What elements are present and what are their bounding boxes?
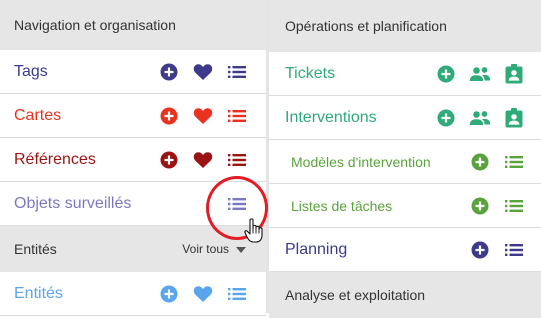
list-icon[interactable] — [497, 149, 531, 175]
contact-badge-icon[interactable] — [497, 105, 531, 131]
row-actions — [429, 61, 531, 87]
list-icon[interactable] — [220, 59, 254, 85]
nav-item-label[interactable]: Entités — [14, 285, 152, 303]
section-header-navigation: Navigation et organisation — [0, 0, 266, 50]
nav-item-label[interactable]: Modèles d'intervention — [291, 154, 463, 170]
nav-item-modeles-d-intervention[interactable]: Modèles d'intervention — [269, 140, 541, 184]
right-panel: Opérations et planification Tickets Inter… — [269, 0, 541, 318]
add-icon[interactable] — [463, 149, 497, 175]
row-actions — [152, 147, 254, 173]
section-header-operations: Opérations et planification — [269, 0, 541, 52]
list-icon[interactable] — [220, 103, 254, 129]
see-all-label: Voir tous — [182, 242, 229, 256]
add-icon[interactable] — [429, 105, 463, 131]
row-actions — [152, 59, 254, 85]
people-icon[interactable] — [463, 105, 497, 131]
nav-item-label[interactable]: Tickets — [285, 65, 429, 83]
add-icon[interactable] — [429, 61, 463, 87]
list-icon[interactable] — [497, 237, 531, 263]
section-header-analysis: Analyse et exploitation — [269, 272, 541, 318]
nav-item-label[interactable]: Planning — [285, 241, 463, 259]
hand-pointer-icon — [244, 218, 264, 249]
row-actions — [152, 281, 254, 307]
section-title: Entités — [14, 241, 57, 257]
add-icon[interactable] — [152, 281, 186, 307]
row-actions — [463, 149, 531, 175]
row-actions — [429, 105, 531, 131]
add-icon[interactable] — [152, 59, 186, 85]
add-icon[interactable] — [152, 103, 186, 129]
list-icon[interactable] — [220, 147, 254, 173]
nav-item-listes-de-taches[interactable]: Listes de tâches — [269, 184, 541, 228]
operations-list: Tickets Interventions Modèles d'interventi… — [269, 52, 541, 272]
nav-item-tickets[interactable]: Tickets — [269, 52, 541, 96]
add-icon[interactable] — [152, 147, 186, 173]
section-title: Opérations et planification — [285, 18, 447, 34]
left-panel: Navigation et organisation Tags Cartes Réf… — [0, 0, 269, 316]
row-actions — [463, 237, 531, 263]
row-actions — [152, 103, 254, 129]
nav-item-label[interactable]: Listes de tâches — [291, 198, 463, 214]
nav-item-label[interactable]: Objets surveillés — [14, 195, 220, 213]
heart-icon[interactable] — [186, 281, 220, 307]
nav-item-label[interactable]: Tags — [14, 63, 152, 81]
list-icon[interactable] — [220, 281, 254, 307]
entities-list: Entités — [0, 272, 266, 316]
heart-icon[interactable] — [186, 59, 220, 85]
nav-item-cartes[interactable]: Cartes — [0, 94, 266, 138]
nav-item-planning[interactable]: Planning — [269, 228, 541, 272]
nav-item-interventions[interactable]: Interventions — [269, 96, 541, 140]
add-icon[interactable] — [463, 193, 497, 219]
nav-item-label[interactable]: Cartes — [14, 107, 152, 125]
add-icon[interactable] — [463, 237, 497, 263]
heart-icon[interactable] — [186, 103, 220, 129]
nav-item-references[interactable]: Références — [0, 138, 266, 182]
people-icon[interactable] — [463, 61, 497, 87]
nav-item-tags[interactable]: Tags — [0, 50, 266, 94]
list-icon[interactable] — [497, 193, 531, 219]
section-title: Navigation et organisation — [14, 17, 176, 33]
contact-badge-icon[interactable] — [497, 61, 531, 87]
nav-item-label[interactable]: Interventions — [285, 109, 429, 127]
heart-icon[interactable] — [186, 147, 220, 173]
row-actions — [463, 193, 531, 219]
section-title: Analyse et exploitation — [285, 287, 426, 303]
nav-item-entites[interactable]: Entités — [0, 272, 266, 316]
nav-item-label[interactable]: Références — [14, 151, 152, 169]
